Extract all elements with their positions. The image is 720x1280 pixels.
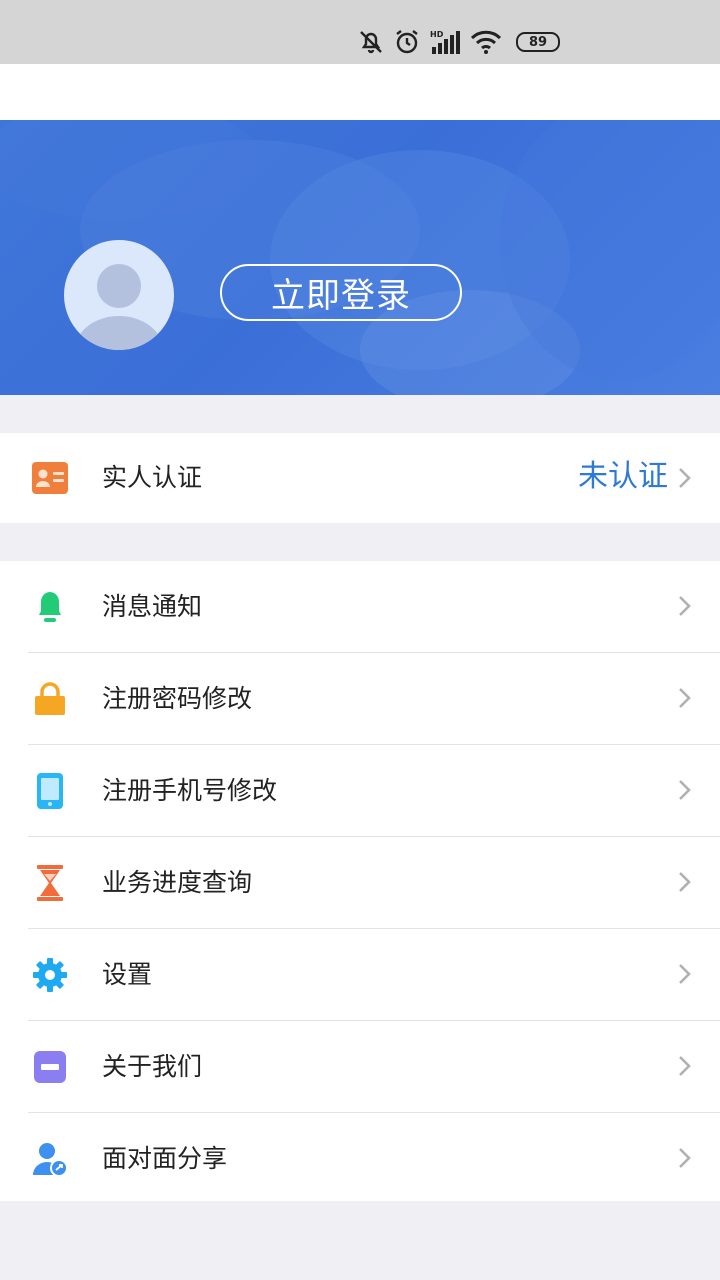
verification-label: 实人认证 [102, 463, 203, 492]
id-card-icon [32, 462, 68, 494]
bell-icon [39, 592, 61, 622]
lock-icon [35, 682, 65, 715]
menu-item-label: 注册密码修改 [102, 684, 253, 713]
menu-card: 消息通知 注册密码修改 注册手机号修改 业务进度查询 设置 关于我们 面对面分享 [0, 561, 720, 1201]
wifi-icon [470, 30, 502, 54]
network-label: HD [430, 30, 444, 39]
status-bar: HD 89 [0, 0, 720, 64]
mute-bell-icon [360, 31, 382, 54]
menu-item-label: 关于我们 [102, 1052, 203, 1081]
user-silhouette-icon [75, 264, 163, 350]
share-user-icon [33, 1143, 68, 1177]
hourglass-icon [37, 865, 63, 901]
menu-item-label: 业务进度查询 [102, 868, 253, 897]
status-icons: HD 89 [358, 28, 560, 56]
info-card-icon [34, 1051, 66, 1083]
menu-item-password[interactable]: 注册密码修改 [0, 653, 720, 745]
verification-card: 实人认证 未认证 [0, 433, 720, 523]
chevron-right-icon [679, 596, 691, 616]
gear-icon [33, 958, 67, 992]
top-bar [0, 64, 720, 120]
signal-icon: HD [430, 30, 460, 54]
verification-row[interactable]: 实人认证 未认证 [0, 433, 720, 523]
battery-indicator: 89 [516, 32, 560, 52]
avatar[interactable] [64, 240, 174, 350]
menu-item-label: 设置 [102, 960, 153, 989]
menu-item-phone[interactable]: 注册手机号修改 [0, 745, 720, 837]
phone-icon [37, 773, 63, 809]
menu-item-notifications[interactable]: 消息通知 [0, 561, 720, 653]
chevron-right-icon [679, 1148, 691, 1168]
menu-item-label: 注册手机号修改 [102, 776, 278, 805]
menu-item-settings[interactable]: 设置 [0, 929, 720, 1021]
profile-header: 立即登录 [0, 120, 720, 395]
chevron-right-icon [679, 468, 691, 488]
menu-item-about[interactable]: 关于我们 [0, 1021, 720, 1113]
menu-item-progress[interactable]: 业务进度查询 [0, 837, 720, 929]
chevron-right-icon [679, 780, 691, 800]
menu-item-label: 面对面分享 [102, 1144, 228, 1173]
login-button[interactable]: 立即登录 [220, 264, 462, 321]
menu-item-label: 消息通知 [102, 592, 203, 621]
alarm-icon [396, 30, 418, 54]
menu-item-share[interactable]: 面对面分享 [0, 1113, 720, 1205]
chevron-right-icon [679, 964, 691, 984]
chevron-right-icon [679, 872, 691, 892]
verification-status[interactable]: 未认证 [578, 457, 668, 497]
chevron-right-icon [679, 688, 691, 708]
chevron-right-icon [679, 1056, 691, 1076]
